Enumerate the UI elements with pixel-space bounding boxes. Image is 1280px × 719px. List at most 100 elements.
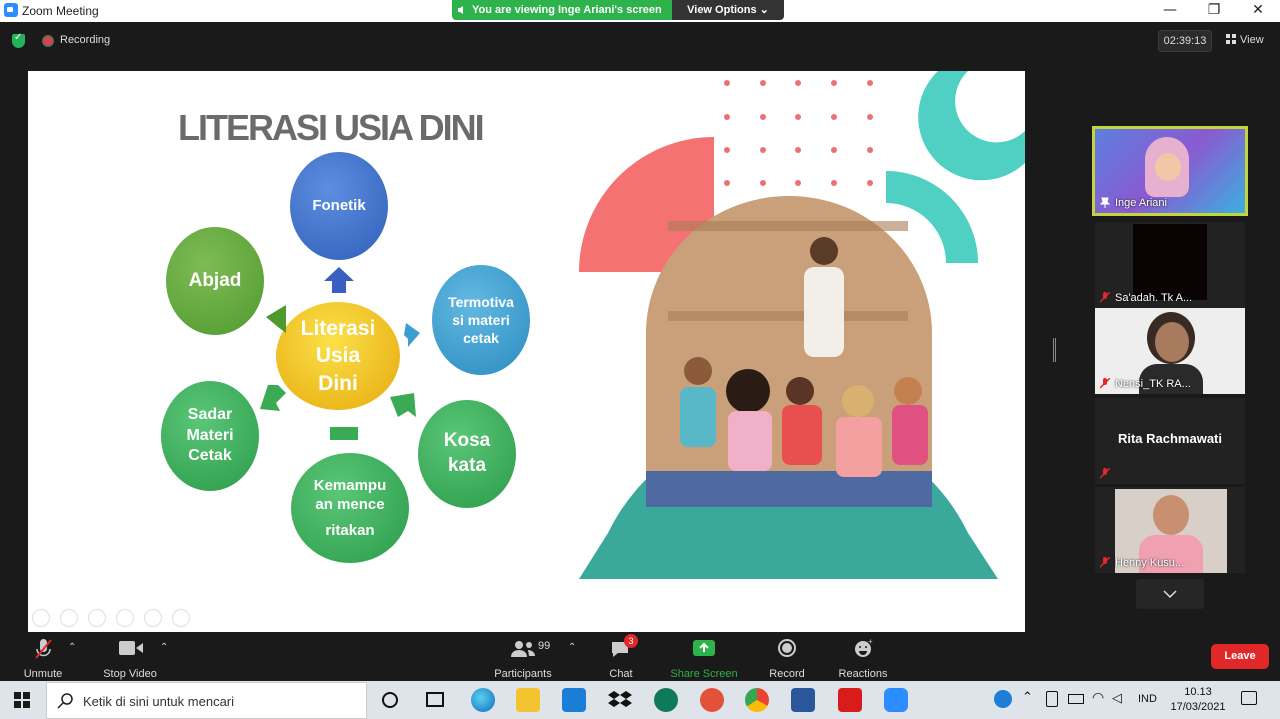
participants-icon: [511, 641, 535, 657]
video-options-chevron-icon[interactable]: ⌃: [160, 642, 168, 653]
chat-button[interactable]: 3 Chat: [600, 632, 642, 680]
dropbox-icon[interactable]: [608, 688, 632, 712]
stop-video-button[interactable]: Stop Video: [96, 632, 164, 680]
view-button[interactable]: View: [1226, 34, 1264, 46]
muted-mic-icon: [1100, 557, 1110, 568]
clock-time: 10.13: [1184, 686, 1212, 698]
minimize-button[interactable]: —: [1148, 0, 1192, 22]
meeting-toolbar: Unmute ⌃ Stop Video ⌃ 99 Participants ⌃ …: [0, 632, 1280, 680]
diagram-arrows: [260, 267, 420, 440]
muted-mic-icon: [1100, 292, 1110, 303]
participant-name: Sa'adah. Tk A...: [1115, 292, 1193, 304]
participant-face: [1155, 153, 1181, 181]
participants-button[interactable]: 99 Participants: [488, 632, 558, 680]
view-label: View: [1240, 34, 1264, 46]
slide-zoom-icon[interactable]: [144, 609, 162, 627]
svg-text:+: +: [868, 638, 873, 646]
participant-name: Henny Kusu...: [1115, 557, 1185, 569]
dot-grid-icon: [724, 80, 873, 186]
participants-label: Participants: [494, 668, 552, 680]
participants-options-chevron-icon[interactable]: ⌃: [568, 642, 576, 653]
unmute-button[interactable]: Unmute: [10, 632, 76, 680]
unmute-label: Unmute: [23, 668, 63, 680]
file-explorer-icon[interactable]: [516, 688, 540, 712]
arrow-down-left-icon: [260, 385, 286, 411]
clock-date: 17/03/2021: [1170, 701, 1226, 713]
shared-screen-slide: LITERASI USIA DINI Fonetik Termotiva si …: [28, 71, 1025, 632]
help-icon[interactable]: [994, 690, 1012, 708]
app-p-icon[interactable]: [700, 688, 724, 712]
participant-tile-active-speaker[interactable]: Inge Ariani: [1092, 126, 1248, 216]
volume-icon[interactable]: ◁: [1112, 690, 1122, 706]
chrome-icon[interactable]: [745, 688, 769, 712]
tray-icon[interactable]: [1046, 691, 1058, 707]
maximize-button[interactable]: ❐: [1192, 0, 1236, 22]
zoom-app-icon: [4, 3, 18, 17]
reactions-label: Reactions: [838, 668, 888, 680]
cortana-icon[interactable]: [382, 692, 398, 708]
scroll-participants-down-button[interactable]: [1136, 579, 1204, 609]
slide-more-icon[interactable]: [172, 609, 190, 627]
mail-icon[interactable]: [562, 688, 586, 712]
participant-tile[interactable]: Henny Kusu...: [1095, 487, 1245, 573]
shield-icon[interactable]: [12, 32, 25, 48]
app-u-icon[interactable]: [654, 688, 678, 712]
record-icon: [778, 639, 796, 657]
meeting-timer: 02:39:13: [1158, 30, 1212, 52]
arrow-down-icon: [330, 427, 358, 440]
participant-name-center: Rita Rachmawati: [1117, 431, 1223, 446]
leave-button[interactable]: Leave: [1211, 644, 1269, 669]
view-options-button[interactable]: View Options ⌄: [672, 0, 784, 20]
language-indicator[interactable]: IND: [1138, 693, 1157, 705]
notifications-icon[interactable]: [1241, 691, 1257, 705]
slide-next-icon[interactable]: [60, 609, 78, 627]
window-title: Zoom Meeting: [22, 4, 99, 18]
participant-tile[interactable]: Sa'adah. Tk A...: [1095, 222, 1245, 308]
windows-taskbar: Ketik di sini untuk mencari ⌃ ◠ ◁ IND 10…: [0, 681, 1280, 719]
arrow-up-icon: [324, 267, 354, 293]
tray-expand-icon[interactable]: ⌃: [1022, 689, 1033, 705]
share-screen-icon: [693, 640, 715, 656]
slide-pen-icon[interactable]: [88, 609, 106, 627]
search-icon: [57, 693, 73, 709]
grid-icon: [1226, 34, 1236, 44]
chevron-down-icon: [1163, 590, 1177, 599]
taskbar-search-box[interactable]: Ketik di sini untuk mencari: [46, 682, 367, 719]
reactions-button[interactable]: + Reactions: [834, 632, 892, 680]
participant-face: [1153, 495, 1189, 535]
participant-name: Inge Ariani: [1115, 197, 1167, 209]
record-button[interactable]: Record: [764, 632, 810, 680]
slide-prev-icon[interactable]: [32, 609, 50, 627]
participant-tile[interactable]: Nensi_TK RA...: [1095, 308, 1245, 394]
wifi-icon[interactable]: ◠: [1092, 689, 1104, 706]
audio-options-chevron-icon[interactable]: ⌃: [68, 642, 76, 653]
recording-label: Recording: [60, 34, 111, 46]
muted-mic-icon: [1100, 468, 1110, 479]
task-view-icon[interactable]: [426, 692, 444, 707]
chat-badge: 3: [624, 634, 638, 648]
arrow-right-icon: [404, 323, 420, 347]
participant-video: [1133, 224, 1207, 300]
search-placeholder: Ketik di sini untuk mencari: [83, 694, 235, 709]
participants-count: 99: [538, 640, 551, 652]
participant-name: Nensi_TK RA...: [1115, 378, 1191, 390]
windows-start-icon[interactable]: [14, 692, 30, 708]
chat-label: Chat: [609, 668, 633, 680]
muted-mic-icon: [1100, 378, 1110, 389]
slide-decor: [579, 71, 1025, 579]
panel-resize-handle[interactable]: [1053, 338, 1056, 362]
share-screen-label: Share Screen: [670, 668, 738, 680]
acrobat-icon[interactable]: [838, 688, 862, 712]
video-camera-icon: [119, 641, 143, 655]
viewing-screen-text: You are viewing Inge Ariani's screen: [472, 4, 662, 16]
participant-tile[interactable]: Rita Rachmawati: [1095, 398, 1245, 484]
word-icon[interactable]: [791, 688, 815, 712]
slide-grid-icon[interactable]: [116, 609, 134, 627]
close-button[interactable]: ✕: [1236, 0, 1280, 22]
share-screen-button[interactable]: Share Screen: [668, 632, 740, 680]
battery-icon[interactable]: [1068, 694, 1084, 704]
edge-browser-icon[interactable]: [471, 688, 495, 712]
viewing-screen-banner: You are viewing Inge Ariani's screen: [452, 0, 672, 20]
taskbar-clock[interactable]: 10.13 17/03/2021: [1170, 685, 1226, 715]
zoom-taskbar-icon[interactable]: [884, 688, 908, 712]
